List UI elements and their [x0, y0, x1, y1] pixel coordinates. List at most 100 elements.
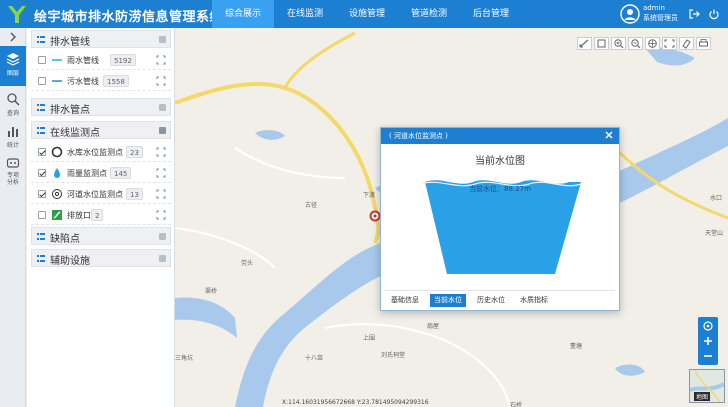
section-toggle[interactable] [159, 104, 166, 111]
nav-admin[interactable]: 后台管理 [460, 0, 522, 28]
layer-checkbox[interactable] [38, 169, 46, 177]
list-icon [37, 233, 45, 240]
map-label: 下渡 [363, 192, 376, 199]
nav-overview[interactable]: 综合展示 [212, 0, 274, 28]
section-toggle[interactable] [159, 233, 166, 240]
map-label: 水口 [710, 195, 723, 202]
nav-pipe-inspection[interactable]: 管道检测 [398, 0, 460, 28]
chevron-right-icon [10, 32, 16, 42]
zoom-to-layer-icon[interactable] [156, 76, 166, 86]
list-icon [37, 36, 45, 43]
zoom-to-layer-icon[interactable] [156, 189, 166, 199]
rail-item-layers[interactable]: 图层 [0, 46, 26, 86]
section-drainage-pipes[interactable]: 排水管线 [31, 30, 171, 48]
collapse-rail-button[interactable] [6, 31, 20, 43]
app-title: 绘宇城市排水防涝信息管理系统 [34, 10, 224, 25]
zoom-out-tool-button[interactable] [628, 37, 643, 50]
basemap-switch[interactable]: 地图 [689, 369, 725, 403]
measure-area-button[interactable] [594, 37, 609, 50]
layer-label: 污水管线 [67, 77, 99, 86]
layer-label: 水库水位监测点 [67, 148, 123, 157]
measure-distance-button[interactable] [577, 37, 592, 50]
section-defect-points[interactable]: 缺陷点 [31, 227, 171, 245]
layer-row-outfall: 排放口 2 [31, 205, 171, 225]
section-toggle[interactable] [159, 255, 166, 262]
section-aux-facilities[interactable]: 辅助设施 [31, 249, 171, 267]
user-role: 系统管理员 [643, 14, 678, 22]
tab-water-quality[interactable]: 水质指标 [516, 294, 552, 307]
layer-row-rain-pipe: 雨水管线 5192 [31, 50, 171, 70]
layer-checkbox[interactable] [38, 56, 46, 64]
fullscreen-button[interactable] [662, 37, 677, 50]
map-label: 天堂山 [705, 230, 724, 237]
count-badge: 5192 [110, 54, 136, 66]
water-tank-fill [425, 180, 581, 274]
layer-checkbox[interactable] [38, 148, 46, 156]
power-button[interactable] [708, 8, 720, 20]
river-level-marker-dot [373, 214, 377, 218]
section-title: 辅助设施 [50, 256, 90, 267]
zoom-out-button[interactable] [698, 349, 718, 363]
map-label: 扇屋 [427, 323, 440, 330]
chart-title: 当前水位图 [475, 156, 525, 167]
map-label: 劳头 [241, 260, 254, 267]
tab-history-level[interactable]: 历史水位 [473, 294, 509, 307]
plus-icon [704, 337, 712, 345]
tab-current-level[interactable]: 当前水位 [430, 294, 466, 307]
section-title: 在线监测点 [50, 128, 100, 139]
map-label: 十八亩 [305, 355, 324, 362]
section-drainage-points[interactable]: 排水管点 [31, 98, 171, 116]
count-badge: 13 [126, 188, 143, 200]
clear-button[interactable] [679, 37, 694, 50]
avatar-icon[interactable] [620, 4, 640, 24]
map-label: 刘氏祠堂 [381, 352, 406, 359]
map-label: 上围 [363, 335, 376, 342]
zoom-in-button[interactable] [698, 334, 718, 348]
tab-basic-info[interactable]: 基础信息 [387, 294, 423, 307]
river-level-icon [52, 189, 62, 199]
minus-icon [704, 355, 712, 357]
zoom-out-icon [631, 39, 641, 49]
popup-close-button[interactable] [604, 130, 614, 140]
layer-row-reservoir-level: 水库水位监测点 23 [31, 142, 171, 162]
basemap-label: 地图 [694, 392, 711, 401]
section-monitoring-points[interactable]: 在线监测点 [31, 121, 171, 139]
map-label: 古径 [305, 202, 318, 209]
zoom-in-tool-button[interactable] [611, 37, 626, 50]
user-name: admin [643, 4, 665, 12]
layer-panel: 排水管线 雨水管线 5192 污水管线 1558 排水管点 在线监测点 水库水位… [27, 28, 175, 407]
map-label: 三角坑 [175, 355, 194, 362]
rail-label: 图层 [6, 70, 19, 77]
layer-checkbox[interactable] [38, 77, 46, 85]
zoom-to-layer-icon[interactable] [156, 55, 166, 65]
layer-label: 雨量监测点 [67, 169, 107, 178]
target-icon [703, 321, 713, 331]
layer-checkbox[interactable] [38, 190, 46, 198]
logout-button[interactable] [688, 8, 700, 20]
zoom-to-layer-icon[interactable] [156, 147, 166, 157]
full-extent-button[interactable] [645, 37, 660, 50]
section-toggle[interactable] [159, 127, 166, 134]
layer-row-sewage-pipe: 污水管线 1558 [31, 71, 171, 91]
zoom-to-layer-icon[interactable] [156, 168, 166, 178]
locate-button[interactable] [698, 319, 718, 333]
zoom-to-layer-icon[interactable] [156, 210, 166, 220]
count-badge: 23 [126, 146, 143, 158]
rail-label: 专项分析 [6, 172, 19, 186]
section-toggle[interactable] [159, 36, 166, 43]
list-icon [37, 255, 45, 262]
print-button[interactable] [696, 37, 711, 50]
top-header: 绘宇城市排水防涝信息管理系统 综合展示 在线监测 设施管理 管道检测 后台管理 … [0, 0, 728, 28]
analysis-icon [6, 158, 20, 168]
section-title: 排水管线 [50, 37, 90, 48]
nav-facility-management[interactable]: 设施管理 [336, 0, 398, 28]
layer-row-river-level: 河道水位监测点 13 [31, 184, 171, 204]
nav-online-monitoring[interactable]: 在线监测 [274, 0, 336, 28]
rain-gauge-icon [54, 168, 60, 178]
power-icon [709, 9, 719, 20]
globe-icon [648, 39, 657, 48]
water-level-value: 当前水位：88.27m [469, 185, 531, 193]
rail-item-analysis[interactable]: 专项分析 [0, 150, 26, 190]
layer-checkbox[interactable] [38, 211, 46, 219]
layer-label: 河道水位监测点 [67, 190, 123, 199]
